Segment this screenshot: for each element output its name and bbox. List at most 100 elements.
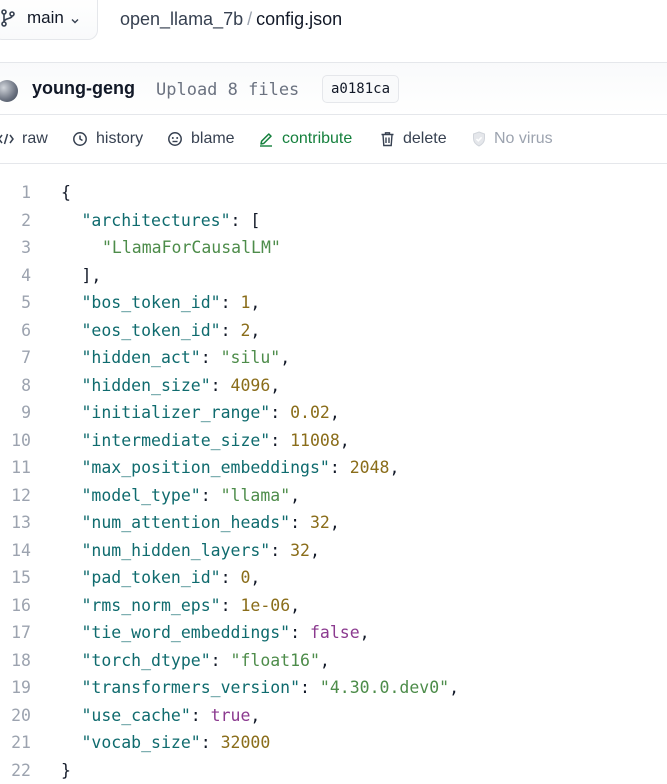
line-number[interactable]: 14 (0, 537, 31, 565)
commit-message[interactable]: Upload 8 files (156, 80, 299, 100)
raw-button[interactable]: raw (0, 129, 48, 149)
blame-button[interactable]: blame (167, 129, 235, 149)
code-text: "eos_token_id": 2, (61, 317, 260, 345)
code-text: "model_type": "llama", (61, 482, 300, 510)
json-key: "tie_word_embeddings" (82, 623, 291, 642)
code-text: "num_attention_heads": 32, (61, 509, 340, 537)
json-punctuation: } (61, 761, 71, 780)
json-punctuation: : (191, 706, 211, 725)
breadcrumb-repo-link[interactable]: open_llama_7b (120, 9, 243, 29)
code-line: 16"rms_norm_eps": 1e-06, (0, 592, 667, 620)
code-line: 5 "bos_token_id": 1, (0, 289, 667, 317)
line-number[interactable]: 21 (0, 729, 31, 757)
json-punctuation: , (250, 706, 260, 725)
json-key: "rms_norm_eps" (82, 596, 221, 615)
line-number[interactable]: 2 (0, 207, 31, 235)
code-line: 11 "max_position_embeddings": 2048, (0, 454, 667, 482)
json-boolean: true (211, 706, 251, 725)
json-punctuation: : (201, 348, 221, 367)
code-line: 6 "eos_token_id": 2, (0, 317, 667, 345)
json-punctuation: ], (82, 266, 102, 285)
breadcrumb-separator: / (247, 9, 252, 29)
line-number[interactable]: 4 (0, 262, 31, 290)
json-key: "transformers_version" (82, 678, 301, 697)
json-key: "intermediate_size" (82, 431, 271, 450)
line-number[interactable]: 12 (0, 482, 31, 510)
json-punctuation: , (389, 458, 399, 477)
code-text: "bos_token_id": 1, (61, 289, 260, 317)
json-key: "pad_token_id" (82, 568, 221, 587)
line-number[interactable]: 6 (0, 317, 31, 345)
raw-label: raw (22, 130, 48, 148)
line-number[interactable]: 8 (0, 372, 31, 400)
virus-scan-status[interactable]: No virus (472, 129, 553, 149)
line-number[interactable]: 11 (0, 454, 31, 482)
line-number[interactable]: 19 (0, 674, 31, 702)
json-number: 32 (290, 541, 310, 560)
json-punctuation: : (211, 376, 231, 395)
json-punctuation: : (330, 458, 350, 477)
code-line: 13 "num_attention_heads": 32, (0, 509, 667, 537)
delete-button[interactable]: delete (380, 129, 447, 149)
line-number[interactable]: 17 (0, 619, 31, 647)
json-string: "silu" (221, 348, 281, 367)
code-text: "max_position_embeddings": 2048, (61, 454, 399, 482)
line-number[interactable]: 1 (0, 179, 31, 207)
line-number[interactable]: 22 (0, 757, 31, 784)
history-button[interactable]: history (72, 129, 143, 149)
commit-hash-link[interactable]: a0181ca (322, 75, 399, 103)
line-number[interactable]: 3 (0, 234, 31, 262)
pencil-icon (258, 131, 274, 147)
json-punctuation: , (310, 541, 320, 560)
json-number: 11008 (290, 431, 340, 450)
code-line: 4], (0, 262, 667, 290)
line-number[interactable]: 13 (0, 509, 31, 537)
code-line: 17 "tie_word_embeddings": false, (0, 619, 667, 647)
line-number[interactable]: 5 (0, 289, 31, 317)
json-number: 0 (240, 568, 250, 587)
avatar[interactable] (0, 80, 18, 102)
code-line: 15 "pad_token_id": 0, (0, 564, 667, 592)
code-text: "architectures": [ (61, 207, 260, 235)
code-line: 3"LlamaForCausalLM" (0, 234, 667, 262)
json-punctuation: , (290, 596, 300, 615)
branch-selector[interactable]: main (0, 0, 98, 40)
line-number[interactable]: 18 (0, 647, 31, 675)
json-punctuation: : (221, 293, 241, 312)
code-line: 19"transformers_version": "4.30.0.dev0", (0, 674, 667, 702)
line-number[interactable]: 7 (0, 344, 31, 372)
code-line: 20"use_cache": true, (0, 702, 667, 730)
line-number[interactable]: 16 (0, 592, 31, 620)
json-key: "torch_dtype" (82, 651, 211, 670)
code-text: "tie_word_embeddings": false, (61, 619, 370, 647)
json-punctuation: : (211, 651, 231, 670)
code-line: 22} (0, 757, 667, 784)
json-punctuation: , (320, 651, 330, 670)
json-punctuation: , (449, 678, 459, 697)
json-key: "hidden_act" (82, 348, 201, 367)
trash-icon (380, 131, 395, 147)
json-punctuation: , (290, 486, 300, 505)
contribute-button[interactable]: contribute (258, 129, 352, 149)
code-text: "pad_token_id": 0, (61, 564, 260, 592)
line-number[interactable]: 9 (0, 399, 31, 427)
json-number: 4096 (231, 376, 271, 395)
code-line: 1{ (0, 179, 667, 207)
json-punctuation: { (61, 183, 71, 202)
code-text: "torch_dtype": "float16", (61, 647, 330, 675)
json-punctuation: : (201, 486, 221, 505)
code-text: } (61, 757, 71, 784)
commit-author-link[interactable]: young-geng (32, 78, 135, 99)
face-icon (167, 131, 183, 147)
code-text: "num_hidden_layers": 32, (61, 537, 320, 565)
json-punctuation: , (270, 376, 280, 395)
json-punctuation: : [ (231, 211, 261, 230)
line-number[interactable]: 20 (0, 702, 31, 730)
line-number[interactable]: 15 (0, 564, 31, 592)
json-punctuation: : (290, 623, 310, 642)
line-number[interactable]: 10 (0, 427, 31, 455)
git-branch-icon (1, 9, 17, 27)
json-punctuation: : (221, 321, 241, 340)
code-text: "hidden_size": 4096, (61, 372, 280, 400)
json-number: 1 (240, 293, 250, 312)
